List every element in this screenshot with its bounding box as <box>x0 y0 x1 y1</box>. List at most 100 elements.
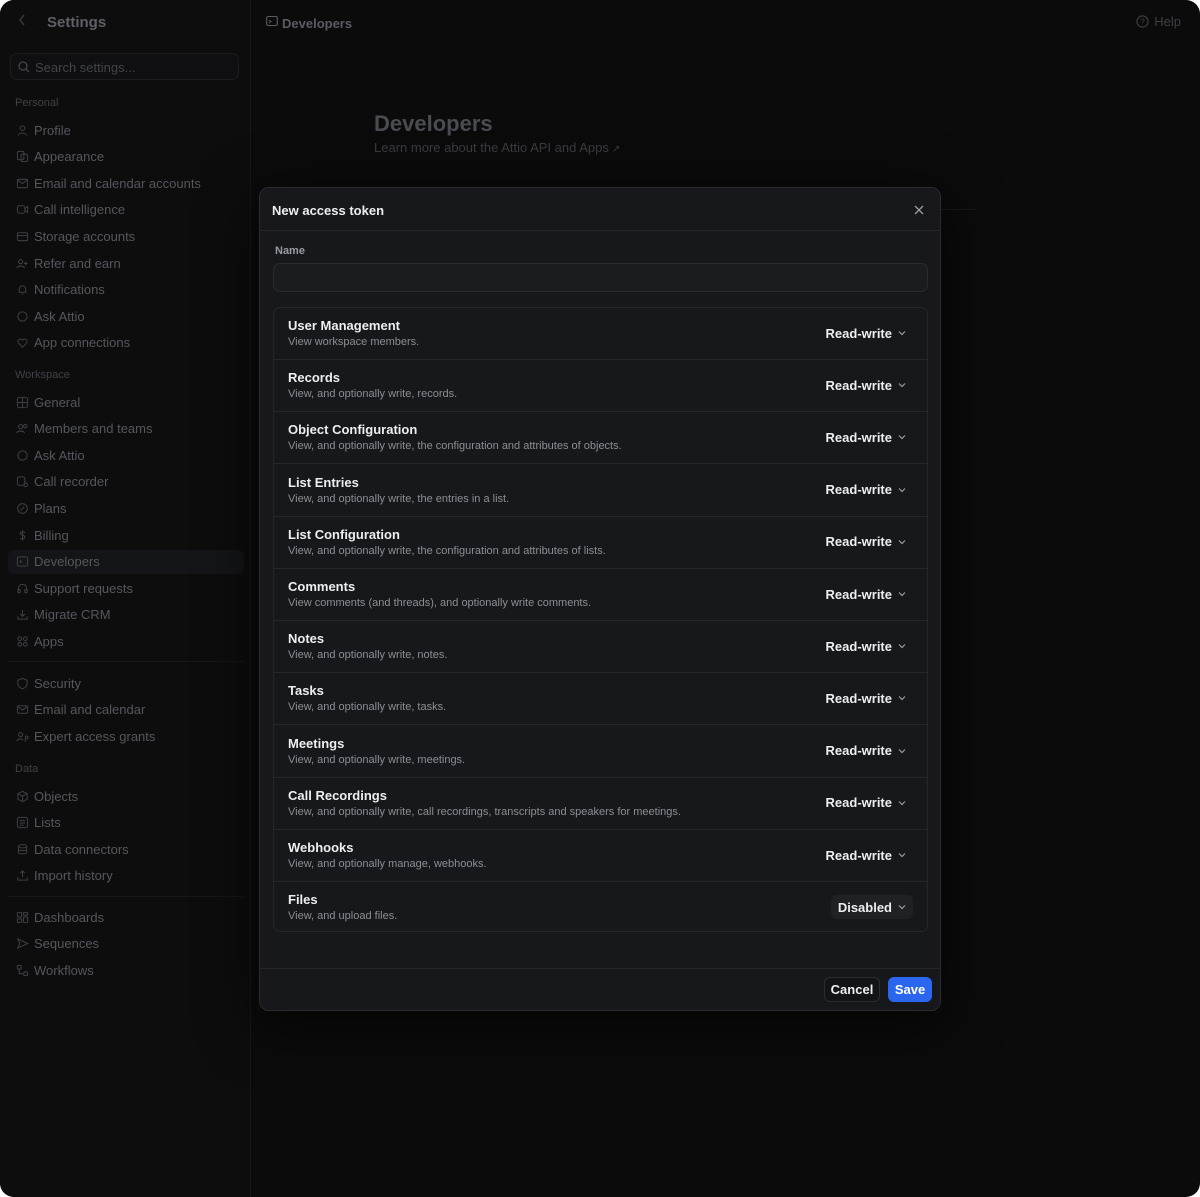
sidebar-item-profile[interactable]: Profile <box>8 118 244 142</box>
scope-permission-select[interactable]: Read-write <box>819 634 913 658</box>
cancel-button[interactable]: Cancel <box>824 977 880 1002</box>
sidebar-item-security[interactable]: Security <box>8 671 244 695</box>
scope-permission-select[interactable]: Read-write <box>819 686 913 710</box>
section-label-data: Data <box>15 763 39 775</box>
scope-permission-select[interactable]: Read-write <box>819 843 913 867</box>
sidebar-item-label: App connections <box>34 335 131 351</box>
sidebar-item-developers[interactable]: Developers <box>8 549 244 574</box>
scope-permission-value: Read-write <box>825 638 892 654</box>
chevron-down-icon <box>898 434 906 440</box>
scope-permission-value: Read-write <box>825 586 892 602</box>
scope-permission-value: Read-write <box>825 534 892 550</box>
scope-permission-select[interactable]: Read-write <box>819 791 913 815</box>
scope-row-comments: Comments View comments (and threads), and… <box>274 569 927 621</box>
scope-permission-value: Read-write <box>825 377 892 393</box>
sidebar-item-expert-access-grants[interactable]: Expert access grants <box>8 724 244 748</box>
sidebar-item-data-connectors[interactable]: Data connectors <box>8 837 244 861</box>
scope-permission-select[interactable]: Read-write <box>819 739 913 763</box>
sidebar-item-billing[interactable]: Billing <box>8 523 244 547</box>
sidebar-item-support-requests[interactable]: Support requests <box>8 576 244 600</box>
scope-name: Files <box>288 892 318 908</box>
scope-row-list-configuration: List Configuration View, and optionally w… <box>274 517 927 569</box>
sidebar-item-members-and-teams[interactable]: Members and teams <box>8 417 244 441</box>
sidebar-item-email-and-calendar[interactable]: Email and calendar <box>8 698 244 722</box>
chevron-down-icon <box>898 852 906 858</box>
scope-permission-select[interactable]: Disabled <box>830 895 913 920</box>
sidebar-item-label: Apps <box>34 633 64 649</box>
page-subtitle-link[interactable]: Learn more about the Attio API and Apps ↗ <box>374 140 620 155</box>
user-key-icon <box>15 729 29 743</box>
cube-icon <box>15 789 29 803</box>
sidebar-item-call-recorder[interactable]: Call recorder <box>8 470 244 494</box>
token-name-input[interactable] <box>273 263 928 292</box>
save-button[interactable]: Save <box>888 977 932 1002</box>
sidebar-item-label: Email and calendar accounts <box>34 175 201 191</box>
sidebar-item-sequences[interactable]: Sequences <box>8 932 244 956</box>
dialog-header: New access token <box>260 188 940 231</box>
sidebar-item-ask-attio[interactable]: Ask Attio <box>8 443 244 467</box>
scope-name: Records <box>288 370 341 386</box>
scope-permission-select[interactable]: Read-write <box>819 321 913 345</box>
sidebar-item-label: Ask Attio <box>34 447 85 463</box>
sidebar-item-label: Appearance <box>34 149 105 165</box>
help-button[interactable]: ? Help <box>1136 14 1181 29</box>
sidebar-item-call-intelligence[interactable]: Call intelligence <box>8 198 244 222</box>
sidebar-item-apps[interactable]: Apps <box>8 629 244 653</box>
scope-permission-select[interactable]: Read-write <box>819 425 913 449</box>
close-icon[interactable] <box>911 202 927 218</box>
sidebar-item-label: Plans <box>34 500 67 516</box>
scope-description: View, and optionally write, the configur… <box>288 544 606 557</box>
sidebar-item-label: Dashboards <box>34 909 105 925</box>
upload-icon <box>15 869 29 883</box>
chevron-down-icon <box>898 539 906 545</box>
dialog-footer-divider <box>260 968 940 969</box>
mail-calendar-icon <box>15 176 29 190</box>
scope-name: Call Recordings <box>288 787 387 803</box>
sidebar-item-lists[interactable]: Lists <box>8 811 244 835</box>
scope-permission-value: Read-write <box>825 429 892 445</box>
appearance-icon <box>15 150 29 164</box>
scope-permission-value: Read-write <box>825 325 892 341</box>
external-link-icon: ↗ <box>611 144 621 155</box>
chevron-down-icon <box>898 748 906 754</box>
scope-permission-select[interactable]: Read-write <box>819 530 913 554</box>
sidebar-item-import-history[interactable]: Import history <box>8 864 244 888</box>
sidebar-item-appearance[interactable]: Appearance <box>8 145 244 169</box>
scope-description: View, and optionally write, notes. <box>288 649 448 662</box>
sidebar-item-app-connections[interactable]: App connections <box>8 331 244 355</box>
search-field[interactable] <box>10 53 239 80</box>
sidebar-item-dashboards[interactable]: Dashboards <box>8 905 244 929</box>
help-label: Help <box>1154 14 1181 29</box>
search-icon <box>18 61 30 73</box>
scope-name: List Entries <box>288 474 359 490</box>
chevron-down-icon <box>898 695 906 701</box>
sidebar-item-storage-accounts[interactable]: Storage accounts <box>8 224 244 248</box>
sidebar-item-objects[interactable]: Objects <box>8 784 244 808</box>
page-subtitle: Learn more about the Attio API and Apps <box>374 140 609 155</box>
bell-icon <box>15 283 29 297</box>
sidebar-item-migrate-crm[interactable]: Migrate CRM <box>8 603 244 627</box>
sidebar-item-general[interactable]: General <box>8 390 244 414</box>
search-input[interactable] <box>35 58 231 76</box>
scope-permission-value: Read-write <box>825 743 892 759</box>
send-icon <box>15 937 29 951</box>
section-label-personal: Personal <box>15 97 59 109</box>
sidebar-item-ask-attio[interactable]: Ask Attio <box>8 304 244 328</box>
sidebar-item-label: Developers <box>34 554 100 570</box>
sidebar-item-label: General <box>34 394 81 410</box>
sidebar-item-workflows[interactable]: Workflows <box>8 958 244 982</box>
scope-permission-value: Read-write <box>825 795 892 811</box>
sidebar-item-notifications[interactable]: Notifications <box>8 278 244 302</box>
users-icon <box>15 422 29 436</box>
back-icon[interactable] <box>17 13 31 31</box>
scope-permission-select[interactable]: Read-write <box>819 478 913 502</box>
sidebar-item-label: Email and calendar <box>34 702 146 718</box>
scope-permission-select[interactable]: Read-write <box>819 373 913 397</box>
sidebar-item-refer-and-earn[interactable]: Refer and earn <box>8 251 244 275</box>
sidebar-item-email-and-calendar-accounts[interactable]: Email and calendar accounts <box>8 171 244 195</box>
scope-name: Tasks <box>288 683 324 699</box>
sidebar-item-plans[interactable]: Plans <box>8 496 244 520</box>
scopes-list: User Management View workspace members. Re… <box>273 307 928 932</box>
scope-description: View, and optionally write, call recordi… <box>288 805 681 818</box>
scope-permission-select[interactable]: Read-write <box>819 582 913 606</box>
